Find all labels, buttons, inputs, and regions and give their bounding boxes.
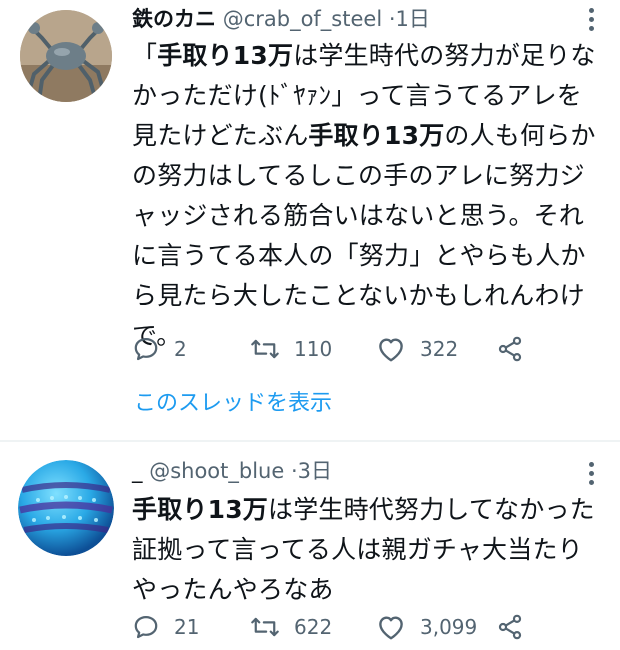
highlight-text: 手取り13万: [132, 495, 268, 524]
like-icon: [379, 338, 403, 362]
timestamp[interactable]: 3日: [298, 459, 332, 483]
highlight-text: 手取り13万: [308, 121, 445, 150]
reply-count: 2: [174, 337, 187, 361]
reply-count: 21: [174, 615, 200, 639]
retweet-count: 110: [294, 337, 333, 361]
separator: ·: [388, 7, 396, 31]
reply-icon: [134, 337, 158, 361]
display-name[interactable]: 鉄のカニ: [132, 7, 216, 31]
share-button[interactable]: [496, 607, 524, 647]
user-handle[interactable]: @crab_of_steel: [223, 7, 382, 31]
show-thread-link[interactable]: このスレッドを表示: [134, 389, 332, 419]
like-button[interactable]: 3,099: [376, 607, 477, 647]
retweet-icon: [251, 617, 279, 637]
like-count: 3,099: [420, 615, 478, 639]
like-count: 322: [420, 337, 459, 361]
text-segment: の人も何らかの努力はしてるしこの手のアレに努力ジャッジされる筋合いはないと思う。…: [132, 121, 596, 350]
tweet-text: 手取り13万は学生時代努力してなかった証拠って言ってる人は親ガチャ大当たりやった…: [132, 490, 604, 610]
user-handle[interactable]: @shoot_blue: [149, 459, 284, 483]
display-name[interactable]: _: [132, 459, 143, 483]
tweet[interactable]: _ @shoot_blue ·3日 手取り13万は学生時代努力してなかった証拠っ…: [0, 442, 620, 650]
separator: ·: [290, 459, 298, 483]
action-bar: 21 622 3,099: [132, 607, 600, 647]
highlight-text: 手取り13万: [157, 41, 294, 70]
avatar[interactable]: [20, 10, 112, 102]
retweet-count: 622: [294, 615, 333, 639]
action-bar: 2 110 322: [132, 329, 600, 369]
crab-avatar-image: [20, 10, 112, 102]
reply-button[interactable]: 21: [132, 607, 199, 647]
reply-icon: [134, 615, 158, 639]
more-icon[interactable]: [586, 462, 596, 488]
timestamp[interactable]: 1日: [396, 7, 430, 31]
tweet-header: _ @shoot_blue ·3日: [132, 456, 600, 486]
like-icon: [379, 616, 403, 640]
reply-button[interactable]: 2: [132, 329, 187, 369]
tweet[interactable]: 鉄のカニ @crab_of_steel ·1日 「手取り13万は学生時代の努力が…: [0, 0, 620, 440]
share-icon: [498, 336, 522, 362]
tweet-header: 鉄のカニ @crab_of_steel ·1日: [132, 4, 600, 34]
text-segment: 「: [132, 41, 158, 70]
share-icon: [498, 614, 522, 640]
avatar[interactable]: [18, 460, 114, 556]
retweet-icon: [251, 339, 279, 359]
blue-sphere-avatar-image: [18, 460, 114, 556]
share-button[interactable]: [496, 329, 524, 369]
like-button[interactable]: 322: [376, 329, 458, 369]
retweet-button[interactable]: 622: [250, 607, 332, 647]
tweet-text: 「手取り13万は学生時代の努力が足りなかっただけ(ﾄﾞﾔｧﾝ」って言うてるアレを…: [132, 36, 604, 356]
more-icon[interactable]: [586, 8, 596, 34]
retweet-button[interactable]: 110: [250, 329, 332, 369]
